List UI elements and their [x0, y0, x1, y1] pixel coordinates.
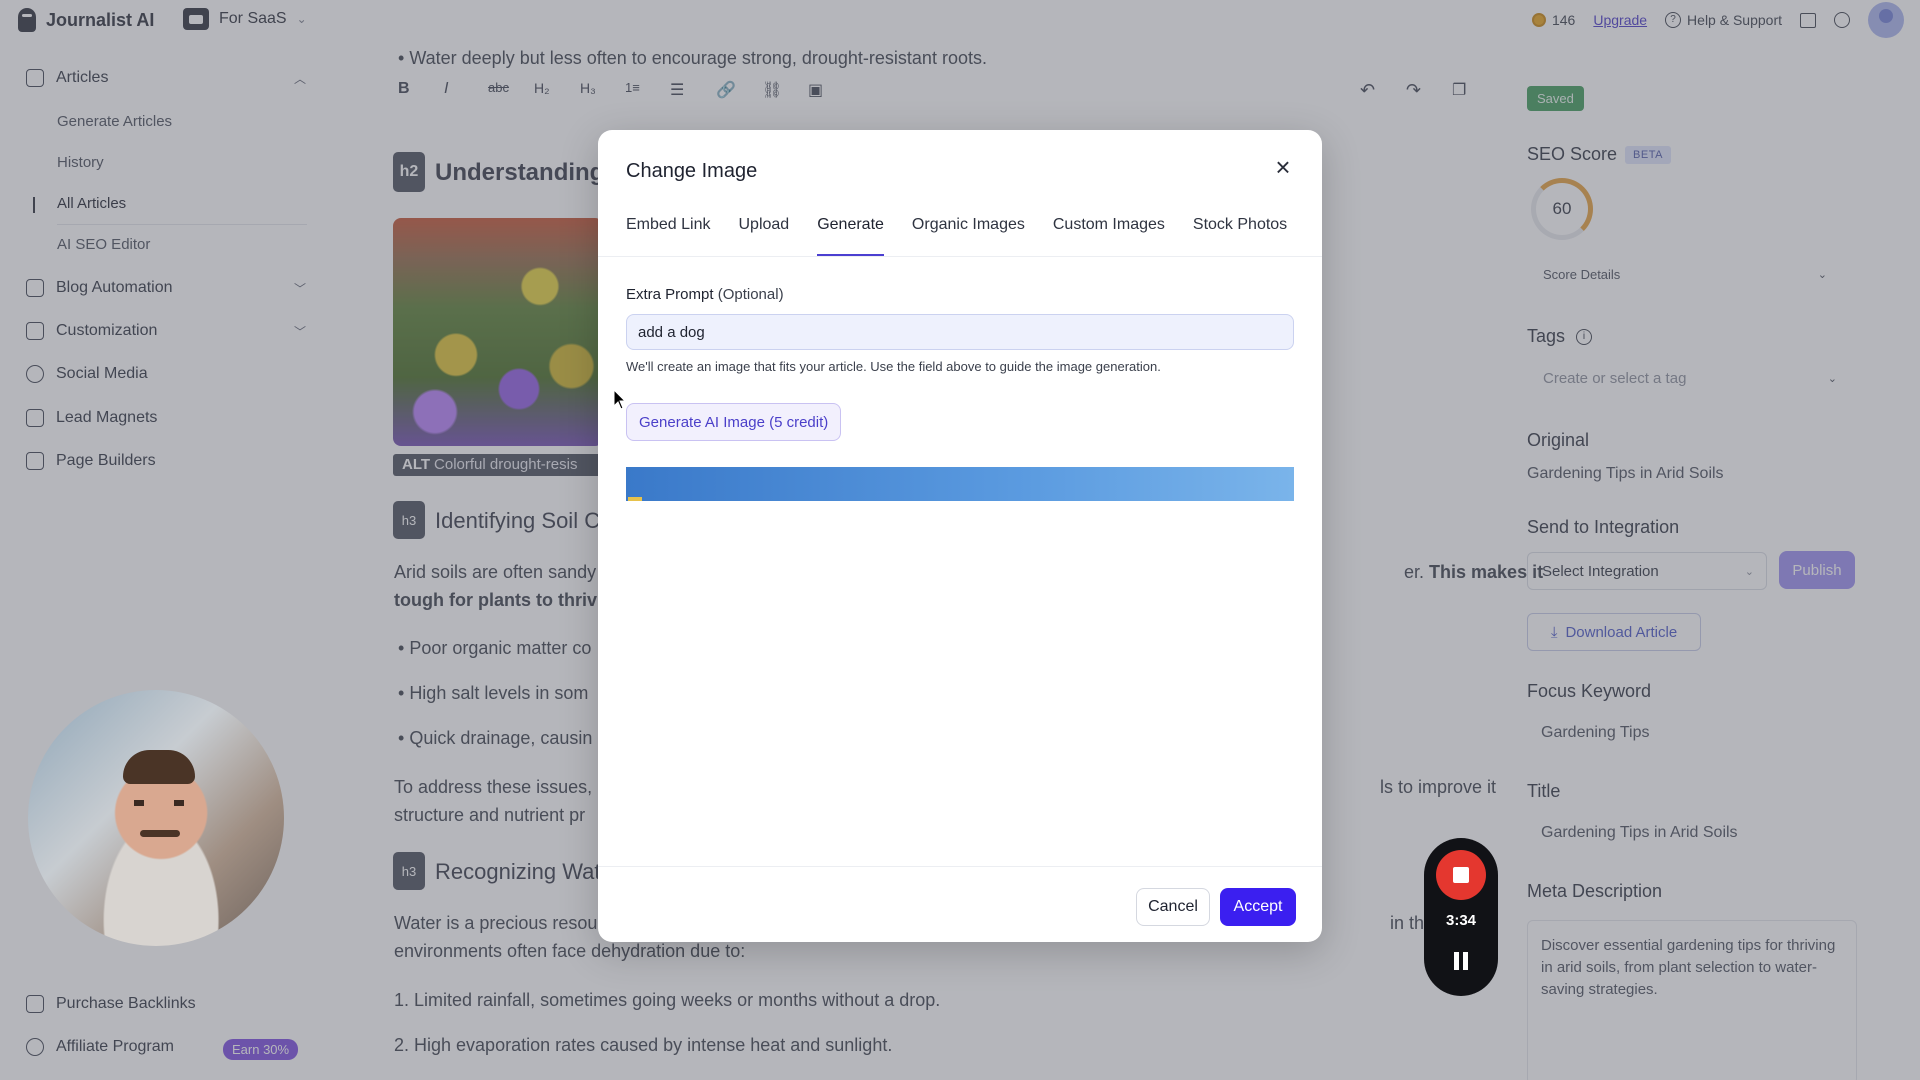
footer-divider	[598, 866, 1322, 867]
helper-text: We'll create an image that fits your art…	[626, 359, 1161, 374]
screen-recorder-control: 3:34	[1424, 838, 1498, 996]
tab-upload[interactable]: Upload	[739, 216, 790, 256]
image-source-tabs: Embed Link Upload Generate Organic Image…	[626, 216, 1287, 256]
webcam-person	[123, 750, 195, 784]
webcam-person-eyes	[134, 800, 184, 806]
webcam-bubble	[28, 690, 284, 946]
close-icon[interactable]: ×	[1268, 152, 1298, 182]
cancel-button[interactable]: Cancel	[1136, 888, 1210, 926]
tab-generate[interactable]: Generate	[817, 216, 884, 256]
tab-stock-photos[interactable]: Stock Photos	[1193, 216, 1287, 256]
tab-custom-images[interactable]: Custom Images	[1053, 216, 1165, 256]
dialog-title: Change Image	[626, 160, 758, 182]
mouse-cursor-icon	[613, 389, 627, 410]
change-image-dialog: Change Image × Embed Link Upload Generat…	[598, 130, 1322, 942]
generate-ai-image-button[interactable]: Generate AI Image (5 credit)	[626, 403, 842, 441]
tabs-divider	[598, 256, 1322, 257]
recording-timer: 3:34	[1445, 912, 1477, 929]
webcam-person-mouth	[140, 830, 180, 837]
generated-image-preview[interactable]	[626, 467, 1294, 501]
tab-organic-images[interactable]: Organic Images	[912, 216, 1025, 256]
preview-image-detail	[628, 497, 642, 501]
extra-prompt-label: Extra Prompt (Optional)	[626, 286, 784, 303]
tab-embed-link[interactable]: Embed Link	[626, 216, 711, 256]
stop-icon[interactable]	[1436, 850, 1486, 900]
extra-prompt-input[interactable]	[626, 314, 1294, 350]
accept-button[interactable]: Accept	[1220, 888, 1296, 926]
pause-icon[interactable]	[1454, 952, 1468, 970]
